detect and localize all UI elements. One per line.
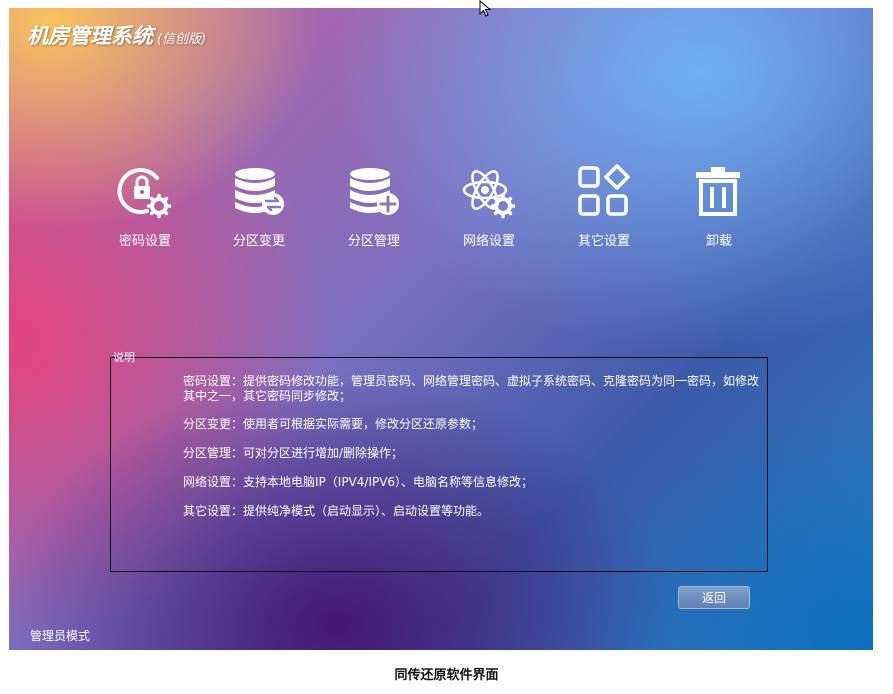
- tile-label: 卸载: [705, 234, 732, 249]
- app-title-text: 机房管理系统: [27, 24, 153, 48]
- apps-grid-icon: [578, 164, 630, 216]
- database-transfer-icon: [235, 168, 284, 215]
- tile-password-settings[interactable]: 密码设置: [100, 164, 190, 249]
- tile-uninstall[interactable]: 卸载: [674, 164, 764, 249]
- description-list: 密码设置：提供密码修改功能，管理员密码、网络管理密码、虚拟子系统密码、克隆密码为…: [183, 374, 763, 519]
- app-edition: (信创版): [157, 32, 207, 47]
- atom-gear-icon: [462, 170, 516, 219]
- description-legend: 说明: [113, 351, 135, 364]
- mouse-cursor-icon: [479, 0, 492, 17]
- description-item: 网络设置：支持本地电脑IP（IPV4/IPV6）、电脑名称等信息修改；: [183, 475, 534, 489]
- tile-label: 密码设置: [118, 234, 171, 249]
- app-screen: 机房管理系统 (信创版) 密码设置 分区变更 分区管理 网络设置 其它设置 卸载…: [9, 8, 873, 650]
- description-item: 分区管理：可对分区进行增加/删除操作；: [183, 446, 404, 460]
- mode-label: 管理员模式: [30, 629, 91, 643]
- database-add-icon: [350, 168, 399, 215]
- tile-partition-management[interactable]: 分区管理: [329, 164, 419, 249]
- tile-label: 分区变更: [232, 234, 285, 249]
- description-item: 分区变更：使用者可根据实际需要，修改分区还原参数；: [183, 417, 484, 431]
- trash-icon: [696, 167, 740, 216]
- tile-other-settings[interactable]: 其它设置: [559, 164, 649, 249]
- tile-label: 网络设置: [462, 234, 515, 249]
- tile-label: 分区管理: [347, 234, 400, 249]
- tile-partition-change[interactable]: 分区变更: [214, 164, 304, 249]
- description-item: 密码设置：提供密码修改功能，管理员密码、网络管理密码、虚拟子系统密码、克隆密码为…: [183, 374, 760, 403]
- tile-network-settings[interactable]: 网络设置: [444, 164, 534, 249]
- app-title: 机房管理系统 (信创版): [27, 20, 206, 50]
- figure-caption: 同传还原软件界面: [394, 668, 499, 683]
- lock-gear-icon: [117, 168, 172, 219]
- description-item: 其它设置：提供纯净模式（启动显示）、启动设置等功能。: [183, 504, 490, 518]
- back-button[interactable]: 返回: [678, 586, 750, 609]
- tile-label: 其它设置: [577, 234, 630, 249]
